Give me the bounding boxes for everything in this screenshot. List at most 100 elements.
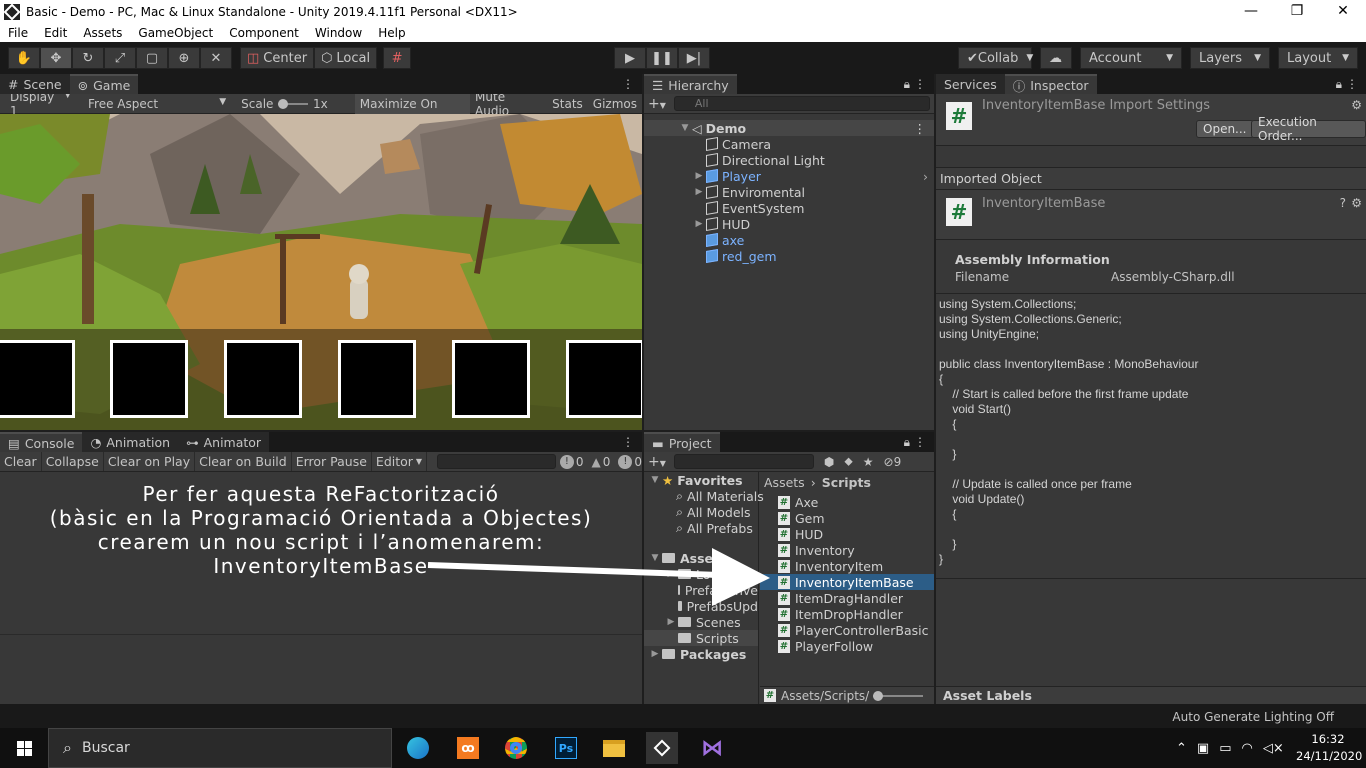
pivot-center-button[interactable]: ◫ Center (240, 47, 315, 69)
close-button[interactable]: ✕ (1320, 0, 1366, 24)
panel-menu-icon[interactable]: ⋮ (914, 435, 926, 449)
wifi-icon[interactable]: ◠ (1242, 741, 1253, 756)
battery-icon[interactable]: ▭ (1219, 741, 1231, 756)
panel-menu-icon[interactable]: ⋮ (1346, 77, 1358, 91)
lock-icon[interactable]: 🔒︎ (1336, 77, 1342, 92)
panel-menu-icon[interactable]: ⋮ (622, 435, 634, 449)
maximize-button[interactable]: ❐ (1274, 0, 1320, 24)
chevron-up-icon[interactable]: ⌃ (1176, 741, 1187, 756)
slider-thumb[interactable] (278, 98, 289, 109)
custom-tool-button[interactable]: ✕ (200, 47, 232, 69)
create-button[interactable]: +▼ (648, 96, 666, 112)
expand-arrow-icon[interactable]: ▶ (648, 649, 662, 659)
script-file-item[interactable]: # PlayerFollow (760, 638, 934, 654)
stats-toggle[interactable]: Stats (547, 97, 588, 111)
console-search-input[interactable] (437, 454, 556, 469)
move-tool-button[interactable]: ✥ (40, 47, 72, 69)
hierarchy-item[interactable]: ▶ Player › (644, 168, 934, 184)
favorite-item[interactable]: ⌕ All Materials (644, 488, 764, 504)
menu-window[interactable]: Window (307, 26, 370, 40)
inventory-slot[interactable] (110, 340, 188, 418)
network-icon[interactable]: ▣ (1197, 741, 1209, 756)
script-file-item[interactable]: # ItemDropHandler (760, 606, 934, 622)
rect-tool-button[interactable]: ▢ (136, 47, 168, 69)
breadcrumb-assets[interactable]: Assets (764, 475, 805, 490)
tab-console[interactable]: ▤ Console (0, 432, 83, 452)
menu-component[interactable]: Component (221, 26, 307, 40)
account-dropdown[interactable]: Account ▼ (1080, 47, 1182, 69)
tab-project[interactable]: ▬ Project (644, 432, 720, 452)
tab-inspector[interactable]: ⓘ Inspector (1004, 74, 1097, 94)
folder-row[interactable]: PrefabsUpd (644, 598, 758, 614)
settings-gear-icon[interactable]: ⚙ (1351, 98, 1362, 112)
settings-gear-icon[interactable]: ⚙ (1351, 196, 1362, 210)
favorite-item[interactable]: ⌕ All Prefabs (644, 520, 758, 536)
volume-icon[interactable]: ◁× (1263, 741, 1284, 756)
pivot-local-button[interactable]: ⬡ Local (314, 47, 378, 69)
hierarchy-item[interactable]: axe (644, 232, 934, 248)
menu-file[interactable]: File (0, 26, 36, 40)
hierarchy-search-input[interactable]: All (673, 96, 930, 111)
expand-arrow-icon[interactable]: ▶ (692, 219, 706, 229)
hidden-packages-toggle[interactable]: ⊘ 9 (884, 455, 902, 469)
taskbar-xampp[interactable]: ꝏ (452, 732, 484, 764)
taskbar-photoshop[interactable]: Ps (550, 732, 582, 764)
expand-arrow-icon[interactable]: ▶ (692, 171, 706, 181)
taskbar-chrome[interactable] (500, 732, 532, 764)
game-viewport[interactable] (0, 114, 642, 430)
script-file-item[interactable]: # InventoryItem (760, 558, 934, 574)
grid-snap-button[interactable]: # (383, 47, 412, 69)
folder-row[interactable]: ▶ Loca (644, 566, 758, 582)
expand-arrow-icon[interactable]: ▼ (678, 123, 692, 133)
scale-tool-button[interactable]: ⤢ (104, 47, 136, 69)
menu-help[interactable]: Help (370, 26, 413, 40)
script-file-item[interactable]: # InventoryItemBase (760, 574, 934, 590)
script-file-item[interactable]: # HUD (760, 526, 934, 542)
taskbar-search[interactable]: ⌕ Buscar (48, 728, 392, 768)
packages-folder-row[interactable]: ▶ Packages (644, 646, 758, 662)
inventory-slot[interactable] (224, 340, 302, 418)
minimize-button[interactable]: — (1228, 0, 1274, 24)
scene-menu-icon[interactable]: ⋮ (914, 121, 927, 136)
script-file-item[interactable]: # ItemDragHandler (760, 590, 934, 606)
label-icon[interactable]: ⬥ (844, 454, 852, 469)
panel-menu-icon[interactable]: ⋮ (914, 77, 926, 91)
hierarchy-item[interactable]: ▶ HUD (644, 216, 934, 232)
error-pause-toggle[interactable]: Error Pause (292, 452, 372, 471)
inventory-slot[interactable] (452, 340, 530, 418)
transform-tool-button[interactable]: ⊕ (168, 47, 200, 69)
filter-type-icon[interactable]: ⬢ (824, 455, 834, 469)
step-button[interactable]: ▶| (678, 47, 710, 69)
tab-animation[interactable]: ◔ Animation (82, 432, 179, 452)
open-button[interactable]: Open... (1196, 120, 1254, 138)
chevron-right-icon[interactable]: › (923, 169, 928, 184)
panel-menu-icon[interactable]: ⋮ (622, 77, 634, 91)
error-count-toggle[interactable]: ! 0 (618, 454, 642, 469)
zoom-slider[interactable] (873, 690, 924, 701)
assets-folder-row[interactable]: ▼ Assets (644, 550, 758, 566)
clear-on-play-toggle[interactable]: Clear on Play (104, 452, 196, 471)
tab-game[interactable]: ⊚ Game (69, 74, 139, 94)
clear-button[interactable]: Clear (0, 452, 42, 471)
scene-row[interactable]: ▼ ◁ Demo ⋮ (644, 120, 934, 136)
expand-arrow-icon[interactable]: ▼ (648, 475, 662, 485)
expand-arrow-icon[interactable]: ▶ (664, 617, 678, 627)
lock-icon[interactable]: 🔒︎ (904, 77, 910, 92)
scale-slider[interactable] (278, 98, 309, 109)
hierarchy-item[interactable]: Camera (644, 136, 934, 152)
start-button[interactable] (0, 728, 48, 768)
collab-dropdown[interactable]: ✔ Collab ▼ (958, 47, 1033, 69)
aspect-dropdown[interactable]: Free Aspect ▼ (78, 97, 236, 111)
star-icon[interactable]: ★ (863, 455, 874, 469)
script-file-item[interactable]: # Gem (760, 510, 934, 526)
rotate-tool-button[interactable]: ↻ (72, 47, 104, 69)
tab-hierarchy[interactable]: ☰ Hierarchy (644, 74, 737, 94)
script-file-item[interactable]: # PlayerControllerBasic (760, 622, 934, 638)
collapse-toggle[interactable]: Collapse (42, 452, 104, 471)
clear-on-build-toggle[interactable]: Clear on Build (195, 452, 292, 471)
hierarchy-item[interactable]: red_gem (644, 248, 934, 264)
play-button[interactable]: ▶ (614, 47, 646, 69)
taskbar-visual-studio[interactable]: ⋈ (696, 732, 728, 764)
gizmos-toggle[interactable]: Gizmos (588, 97, 642, 111)
favorite-item[interactable]: ⌕ All Models (644, 504, 758, 520)
